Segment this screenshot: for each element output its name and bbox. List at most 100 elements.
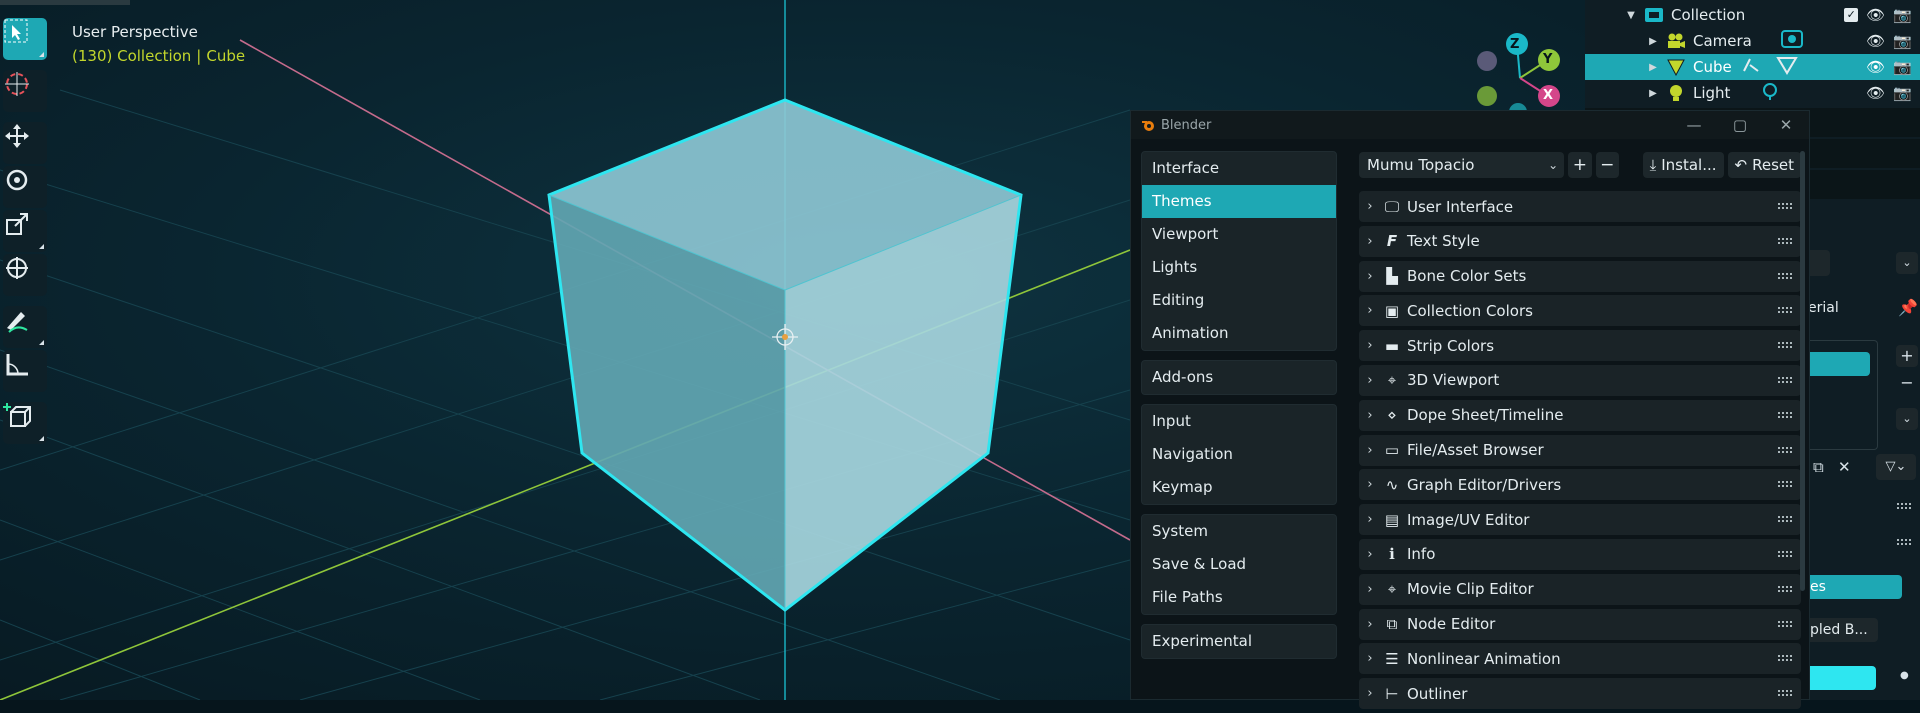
outliner-row-collection[interactable]: ▼ Collection ✓ 👁 📷	[1585, 2, 1920, 28]
panel-collection-colors[interactable]: › ▣ Collection Colors	[1359, 295, 1801, 327]
pin-icon[interactable]: 📌	[1898, 298, 1918, 317]
panel-node-editor[interactable]: › ⧉ Node Editor	[1359, 608, 1801, 640]
outliner-row-light[interactable]: ▶ Light 👁 📷	[1585, 80, 1920, 106]
panel-strip-colors[interactable]: › ▬ Strip Colors	[1359, 330, 1801, 362]
nav-input[interactable]: Input	[1142, 405, 1336, 438]
drag-handle-icon[interactable]	[1777, 236, 1793, 245]
camera-render-icon[interactable]: 📷	[1893, 6, 1912, 24]
eye-icon[interactable]: 👁	[1866, 32, 1885, 50]
nav-add-ons[interactable]: Add-ons	[1142, 361, 1336, 394]
measure-tool[interactable]	[3, 350, 47, 392]
drag-handle-icon[interactable]	[1777, 654, 1793, 663]
panel-scrollbar[interactable]	[1800, 151, 1805, 591]
eye-icon[interactable]: 👁	[1866, 6, 1885, 24]
drag-handle-icon[interactable]	[1777, 515, 1793, 524]
drag-handle-icon[interactable]	[1777, 271, 1793, 280]
panel-graph-editor-drivers[interactable]: › ∿ Graph Editor/Drivers	[1359, 469, 1801, 501]
nav-file-paths[interactable]: File Paths	[1142, 581, 1336, 614]
panel-info[interactable]: › ℹ Info	[1359, 538, 1801, 570]
camera-render-icon[interactable]: 📷	[1893, 32, 1912, 50]
color-swatch[interactable]	[1808, 666, 1876, 690]
maximize-icon[interactable]: ▢	[1717, 111, 1763, 139]
nav-lights[interactable]: Lights	[1142, 251, 1336, 284]
panel-text-style[interactable]: › F Text Style	[1359, 225, 1801, 257]
panel-movie-clip-editor[interactable]: › ⌖ Movie Clip Editor	[1359, 573, 1801, 605]
grip-icon[interactable]	[1896, 502, 1912, 510]
slot-menu-chevron-icon[interactable]: ⌄	[1896, 408, 1918, 430]
download-icon: ⤓	[1649, 156, 1657, 174]
expand-arrow-icon[interactable]: ▼	[1625, 10, 1637, 21]
nav-experimental[interactable]: Experimental	[1142, 625, 1336, 658]
cursor-tool[interactable]	[3, 70, 47, 112]
scale-tool[interactable]	[3, 210, 47, 252]
drag-handle-icon[interactable]	[1777, 480, 1793, 489]
remove-slot-button[interactable]: −	[1896, 372, 1918, 394]
drag-handle-icon[interactable]	[1777, 584, 1793, 593]
nav-keymap[interactable]: Keymap	[1142, 471, 1336, 504]
panel-image-uv-editor[interactable]: › ▤ Image/UV Editor	[1359, 504, 1801, 536]
expand-arrow-icon[interactable]: ▶	[1647, 36, 1659, 47]
dropdown-field[interactable]	[1808, 250, 1830, 276]
outliner-row-camera[interactable]: ▶ Camera 👁 📷	[1585, 28, 1920, 54]
dropdown-chevron-icon[interactable]: ⌄	[1896, 252, 1918, 274]
navigation-gizmo[interactable]: Z Y X	[1470, 28, 1590, 118]
tool-separator	[0, 62, 50, 68]
add-cube-tool[interactable]	[3, 402, 47, 444]
nav-themes[interactable]: Themes	[1142, 185, 1336, 218]
panel-3d-viewport[interactable]: › ⌖ 3D Viewport	[1359, 364, 1801, 396]
close-icon[interactable]: ✕	[1838, 458, 1851, 476]
drag-handle-icon[interactable]	[1777, 549, 1793, 558]
remove-preset-button[interactable]: −	[1595, 152, 1619, 178]
nav-system[interactable]: System	[1142, 515, 1336, 548]
eye-icon[interactable]: 👁	[1866, 84, 1885, 102]
theme-preset-select[interactable]: Mumu Topacio ⌄	[1359, 152, 1565, 178]
rotate-tool[interactable]	[3, 166, 47, 208]
minimize-icon[interactable]: —	[1671, 111, 1717, 139]
nav-interface[interactable]: Interface	[1142, 152, 1336, 185]
grip-icon[interactable]	[1896, 538, 1912, 546]
nav-animation[interactable]: Animation	[1142, 317, 1336, 350]
checkbox-icon[interactable]: ✓	[1844, 8, 1859, 22]
drag-handle-icon[interactable]	[1777, 375, 1793, 384]
expand-arrow-icon[interactable]: ▶	[1647, 88, 1659, 99]
panel-file-asset-browser[interactable]: › ▭ File/Asset Browser	[1359, 434, 1801, 466]
drag-handle-icon[interactable]	[1777, 689, 1793, 698]
camera-render-icon[interactable]: 📷	[1893, 84, 1912, 102]
nav-editing[interactable]: Editing	[1142, 284, 1336, 317]
copy-icon[interactable]: ⧉	[1813, 458, 1824, 476]
node-tree-dropdown[interactable]: ▽⌄	[1876, 454, 1916, 480]
window-title-bar[interactable]: Blender — ▢ ✕	[1131, 111, 1809, 139]
panel-nonlinear-animation[interactable]: › ☰ Nonlinear Animation	[1359, 643, 1801, 675]
panel-outliner[interactable]: › ⊢ Outliner	[1359, 678, 1801, 710]
select-box-tool[interactable]	[3, 18, 47, 60]
panel-bone-color-sets[interactable]: › ▙ Bone Color Sets	[1359, 260, 1801, 292]
panel-user-interface[interactable]: › 🖵 User Interface	[1359, 191, 1801, 222]
drag-handle-icon[interactable]	[1777, 341, 1793, 350]
annotate-tool[interactable]	[3, 306, 47, 348]
drag-handle-icon[interactable]	[1777, 619, 1793, 628]
camera-render-icon[interactable]: 📷	[1893, 58, 1912, 76]
outliner-row-cube[interactable]: ▶ Cube 👁 📷	[1585, 54, 1920, 80]
drag-handle-icon[interactable]	[1777, 306, 1793, 315]
use-nodes-button[interactable]: es	[1808, 575, 1902, 599]
reset-theme-button[interactable]: ↶ Reset	[1727, 152, 1801, 178]
install-theme-button[interactable]: ⤓ Instal...	[1642, 152, 1724, 178]
eye-icon[interactable]: 👁	[1866, 58, 1885, 76]
panel-dope-sheet-timeline[interactable]: › ⋄ Dope Sheet/Timeline	[1359, 399, 1801, 431]
drag-handle-icon[interactable]	[1777, 202, 1793, 210]
move-tool[interactable]	[3, 122, 47, 164]
transform-tool[interactable]	[3, 254, 47, 296]
add-preset-button[interactable]: +	[1568, 152, 1592, 178]
nav-navigation[interactable]: Navigation	[1142, 438, 1336, 471]
drag-handle-icon[interactable]	[1777, 410, 1793, 419]
expand-arrow-icon[interactable]: ▶	[1647, 62, 1659, 73]
nav-save-load[interactable]: Save & Load	[1142, 548, 1336, 581]
add-cube-icon	[3, 403, 31, 427]
close-window-icon[interactable]: ✕	[1763, 111, 1809, 139]
drag-handle-icon[interactable]	[1777, 445, 1793, 454]
surface-shader-field[interactable]: pled B...	[1808, 618, 1878, 642]
chevron-right-icon: ›	[1367, 581, 1373, 597]
add-slot-button[interactable]: +	[1896, 345, 1918, 367]
keyframe-dot-icon[interactable]: ●	[1900, 670, 1909, 681]
nav-viewport[interactable]: Viewport	[1142, 218, 1336, 251]
